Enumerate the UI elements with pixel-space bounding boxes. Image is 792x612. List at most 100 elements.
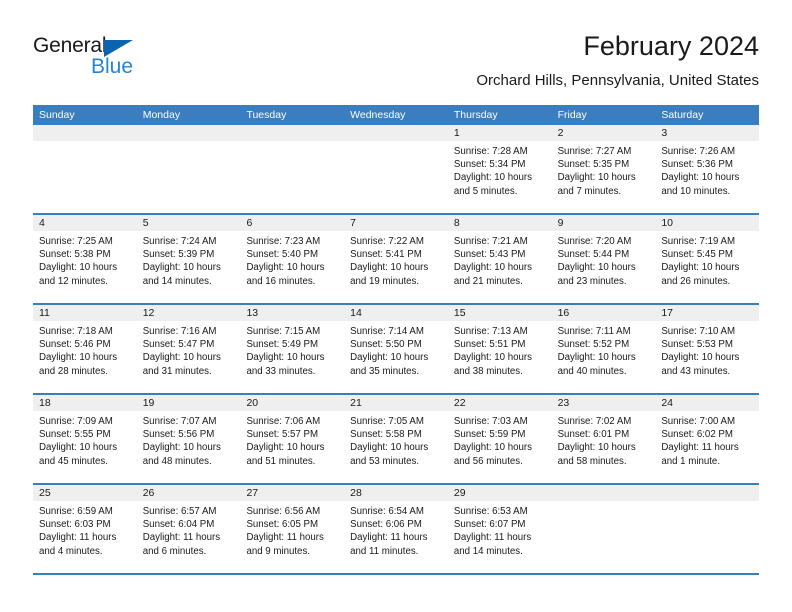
day-number: 25: [33, 485, 137, 501]
day-details: Sunrise: 7:22 AM Sunset: 5:41 PM Dayligh…: [344, 231, 448, 288]
day-cell[interactable]: 12 Sunrise: 7:16 AM Sunset: 5:47 PM Dayl…: [136, 305, 241, 393]
sunset-text: Sunset: 5:41 PM: [350, 249, 422, 261]
day-cell[interactable]: 26 Sunrise: 6:57 AM Sunset: 6:04 PM Dayl…: [136, 485, 241, 573]
sunrise-text: Sunrise: 6:57 AM: [142, 506, 217, 517]
sunrise-text: Sunrise: 7:06 AM: [246, 416, 321, 427]
sunset-text: Sunset: 6:07 PM: [453, 519, 526, 531]
sunset-text: Sunset: 5:39 PM: [142, 249, 215, 261]
sunset-text: Sunset: 5:56 PM: [142, 429, 215, 441]
sunrise-text: Sunrise: 7:16 AM: [142, 326, 217, 337]
weekday-saturday: Saturday: [661, 109, 704, 121]
day-details: [344, 141, 448, 145]
day-cell: [136, 125, 241, 213]
day-cell[interactable]: 4 Sunrise: 7:25 AM Sunset: 5:38 PM Dayli…: [33, 215, 137, 303]
day-details: Sunrise: 6:57 AM Sunset: 6:04 PM Dayligh…: [137, 501, 241, 558]
general-blue-logo[interactable]: General Blue: [33, 34, 233, 90]
daylight-text: Daylight: 10 hours and 28 minutes.: [39, 352, 118, 377]
day-cell[interactable]: 20 Sunrise: 7:06 AM Sunset: 5:57 PM Dayl…: [240, 395, 345, 483]
day-cell[interactable]: 6 Sunrise: 7:23 AM Sunset: 5:40 PM Dayli…: [240, 215, 345, 303]
daylight-text: Daylight: 11 hours and 14 minutes.: [453, 532, 532, 557]
title-block: February 2024 Orchard Hills, Pennsylvani…: [476, 30, 759, 90]
day-number: 10: [655, 215, 760, 231]
day-cell: [344, 125, 448, 213]
day-details: Sunrise: 7:09 AM Sunset: 5:55 PM Dayligh…: [33, 411, 137, 468]
day-details: [552, 501, 656, 505]
sunrise-text: Sunrise: 7:19 AM: [661, 236, 736, 247]
day-details: Sunrise: 7:02 AM Sunset: 6:01 PM Dayligh…: [552, 411, 656, 468]
day-cell: [655, 485, 760, 573]
day-cell[interactable]: 7 Sunrise: 7:22 AM Sunset: 5:41 PM Dayli…: [344, 215, 448, 303]
day-cell[interactable]: 18 Sunrise: 7:09 AM Sunset: 5:55 PM Dayl…: [33, 395, 137, 483]
weekday-header-row: Sunday Monday Tuesday Wednesday Thursday…: [33, 105, 759, 125]
sunrise-text: Sunrise: 7:15 AM: [246, 326, 321, 337]
day-details: Sunrise: 7:19 AM Sunset: 5:45 PM Dayligh…: [655, 231, 759, 288]
sunrise-text: Sunrise: 7:02 AM: [557, 416, 632, 427]
sunrise-text: Sunrise: 6:59 AM: [39, 506, 113, 517]
day-details: Sunrise: 7:27 AM Sunset: 5:35 PM Dayligh…: [552, 141, 656, 198]
day-cell[interactable]: 28 Sunrise: 6:54 AM Sunset: 6:06 PM Dayl…: [344, 485, 448, 573]
daylight-text: Daylight: 10 hours and 26 minutes.: [661, 262, 740, 287]
sunrise-text: Sunrise: 7:25 AM: [39, 236, 113, 247]
day-details: Sunrise: 7:07 AM Sunset: 5:56 PM Dayligh…: [137, 411, 241, 468]
day-number: 5: [136, 215, 241, 231]
day-cell[interactable]: 19 Sunrise: 7:07 AM Sunset: 5:56 PM Dayl…: [136, 395, 241, 483]
sunrise-text: Sunrise: 7:05 AM: [350, 416, 424, 427]
sunset-text: Sunset: 5:38 PM: [39, 249, 111, 261]
sunset-text: Sunset: 6:03 PM: [39, 519, 111, 531]
sunrise-text: Sunrise: 7:22 AM: [350, 236, 424, 247]
daylight-text: Daylight: 10 hours and 14 minutes.: [142, 262, 221, 287]
daylight-text: Daylight: 10 hours and 33 minutes.: [246, 352, 325, 377]
day-cell[interactable]: 15 Sunrise: 7:13 AM Sunset: 5:51 PM Dayl…: [447, 305, 552, 393]
day-details: Sunrise: 6:53 AM Sunset: 6:07 PM Dayligh…: [448, 501, 552, 558]
day-cell[interactable]: 17 Sunrise: 7:10 AM Sunset: 5:53 PM Dayl…: [655, 305, 760, 393]
day-cell[interactable]: 24 Sunrise: 7:00 AM Sunset: 6:02 PM Dayl…: [655, 395, 760, 483]
day-cell[interactable]: 25 Sunrise: 6:59 AM Sunset: 6:03 PM Dayl…: [33, 485, 137, 573]
daylight-text: Daylight: 11 hours and 9 minutes.: [246, 532, 324, 557]
day-number: 24: [655, 395, 760, 411]
day-cell[interactable]: 3 Sunrise: 7:26 AM Sunset: 5:36 PM Dayli…: [655, 125, 760, 213]
daylight-text: Daylight: 10 hours and 7 minutes.: [557, 172, 636, 197]
daylight-text: Daylight: 10 hours and 21 minutes.: [453, 262, 532, 287]
day-cell[interactable]: 14 Sunrise: 7:14 AM Sunset: 5:50 PM Dayl…: [344, 305, 448, 393]
sunset-text: Sunset: 5:59 PM: [453, 429, 526, 441]
day-cell[interactable]: 22 Sunrise: 7:03 AM Sunset: 5:59 PM Dayl…: [447, 395, 552, 483]
daylight-text: Daylight: 10 hours and 10 minutes.: [661, 172, 740, 197]
day-number: 4: [33, 215, 137, 231]
day-cell[interactable]: 1 Sunrise: 7:28 AM Sunset: 5:34 PM Dayli…: [447, 125, 552, 213]
day-details: Sunrise: 6:56 AM Sunset: 6:05 PM Dayligh…: [240, 501, 344, 558]
day-details: Sunrise: 7:15 AM Sunset: 5:49 PM Dayligh…: [240, 321, 344, 378]
week-row: 1 Sunrise: 7:28 AM Sunset: 5:34 PM Dayli…: [33, 125, 760, 215]
day-details: Sunrise: 7:10 AM Sunset: 5:53 PM Dayligh…: [655, 321, 759, 378]
sunrise-text: Sunrise: 6:53 AM: [453, 506, 528, 517]
sunrise-text: Sunrise: 7:23 AM: [246, 236, 321, 247]
day-cell[interactable]: 29 Sunrise: 6:53 AM Sunset: 6:07 PM Dayl…: [447, 485, 552, 573]
day-cell[interactable]: 13 Sunrise: 7:15 AM Sunset: 5:49 PM Dayl…: [240, 305, 345, 393]
weekday-tuesday: Tuesday: [246, 109, 287, 121]
day-cell[interactable]: 2 Sunrise: 7:27 AM Sunset: 5:35 PM Dayli…: [551, 125, 656, 213]
day-cell[interactable]: 11 Sunrise: 7:18 AM Sunset: 5:46 PM Dayl…: [33, 305, 137, 393]
day-cell[interactable]: 8 Sunrise: 7:21 AM Sunset: 5:43 PM Dayli…: [447, 215, 552, 303]
day-cell[interactable]: 21 Sunrise: 7:05 AM Sunset: 5:58 PM Dayl…: [344, 395, 448, 483]
daylight-text: Daylight: 10 hours and 31 minutes.: [142, 352, 221, 377]
week-row: 11 Sunrise: 7:18 AM Sunset: 5:46 PM Dayl…: [33, 305, 760, 395]
day-number: 16: [551, 305, 656, 321]
day-details: Sunrise: 7:18 AM Sunset: 5:46 PM Dayligh…: [33, 321, 137, 378]
day-details: [655, 501, 759, 505]
week-row: 25 Sunrise: 6:59 AM Sunset: 6:03 PM Dayl…: [33, 485, 760, 575]
day-cell[interactable]: 9 Sunrise: 7:20 AM Sunset: 5:44 PM Dayli…: [551, 215, 656, 303]
day-cell[interactable]: 16 Sunrise: 7:11 AM Sunset: 5:52 PM Dayl…: [551, 305, 656, 393]
page-header: General Blue February 2024 Orchard Hills…: [33, 30, 759, 96]
day-number: 14: [344, 305, 448, 321]
day-cell[interactable]: 5 Sunrise: 7:24 AM Sunset: 5:39 PM Dayli…: [136, 215, 241, 303]
day-cell[interactable]: 27 Sunrise: 6:56 AM Sunset: 6:05 PM Dayl…: [240, 485, 345, 573]
day-details: Sunrise: 7:25 AM Sunset: 5:38 PM Dayligh…: [33, 231, 137, 288]
day-cell[interactable]: 10 Sunrise: 7:19 AM Sunset: 5:45 PM Dayl…: [655, 215, 760, 303]
logo-text-blue: Blue: [91, 55, 134, 78]
sunrise-text: Sunrise: 7:24 AM: [142, 236, 217, 247]
daylight-text: Daylight: 10 hours and 51 minutes.: [246, 442, 325, 467]
day-details: Sunrise: 7:20 AM Sunset: 5:44 PM Dayligh…: [552, 231, 656, 288]
day-cell[interactable]: 23 Sunrise: 7:02 AM Sunset: 6:01 PM Dayl…: [551, 395, 656, 483]
sunset-text: Sunset: 5:50 PM: [350, 339, 422, 351]
day-number: 19: [136, 395, 241, 411]
sunrise-text: Sunrise: 7:07 AM: [142, 416, 217, 427]
